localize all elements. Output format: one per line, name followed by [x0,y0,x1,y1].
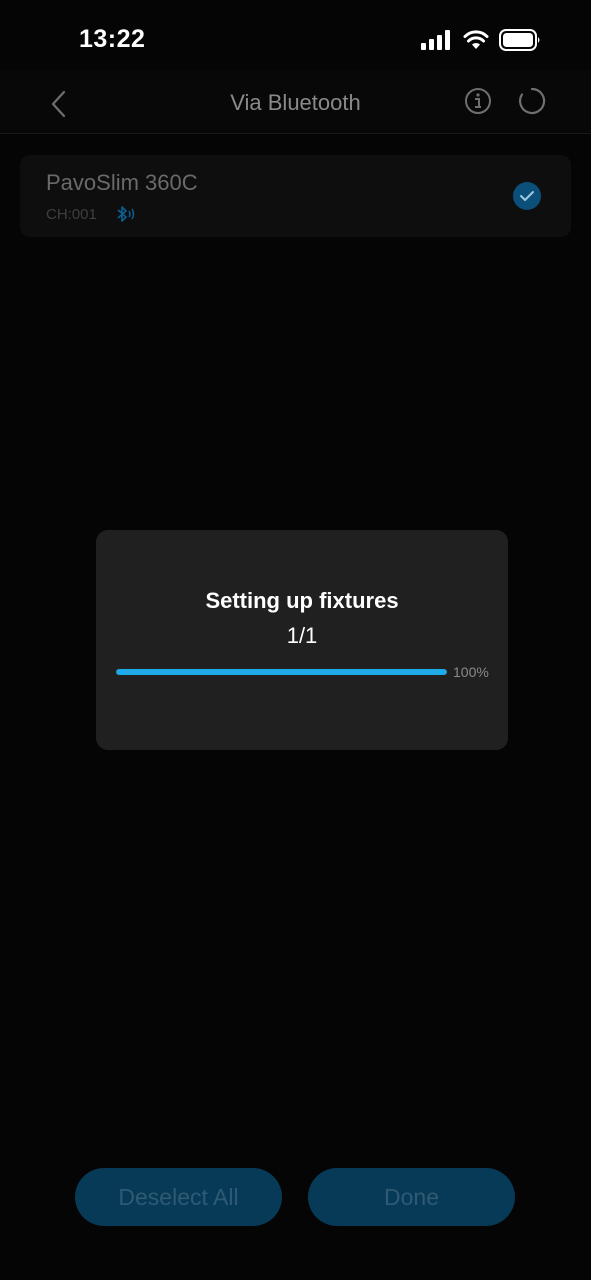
refresh-button[interactable] [516,85,548,117]
device-channel: CH:001 [46,205,97,223]
progress-fill [116,669,447,675]
progress-bar [116,669,447,675]
status-icons [421,29,541,51]
bluetooth-icon [117,206,135,222]
dialog-title: Setting up fixtures [205,588,399,613]
device-list-item[interactable]: PavoSlim 360C CH:001 [20,155,571,237]
status-time: 13:22 [79,25,146,53]
done-button[interactable]: Done [308,1168,515,1226]
refresh-icon [519,87,546,115]
progress-label: 100% [453,664,489,680]
page-title: Via Bluetooth [230,90,361,115]
device-meta: CH:001 [46,205,139,223]
status-bar: 13:22 [0,0,591,80]
deselect-all-button[interactable]: Deselect All [75,1168,282,1226]
dialog-count: 1/1 [286,623,318,648]
info-button[interactable] [462,85,494,117]
cellular-signal-icon [421,30,450,50]
setup-progress-dialog: Setting up fixtures 1/1 100% [96,530,508,750]
device-name: PavoSlim 360C [46,170,198,195]
nav-bar: Via Bluetooth [0,70,591,134]
wifi-icon [463,30,489,49]
info-icon [465,88,491,114]
selected-checkbox[interactable] [513,182,541,210]
battery-icon [499,29,540,51]
checkmark-icon [520,191,534,201]
